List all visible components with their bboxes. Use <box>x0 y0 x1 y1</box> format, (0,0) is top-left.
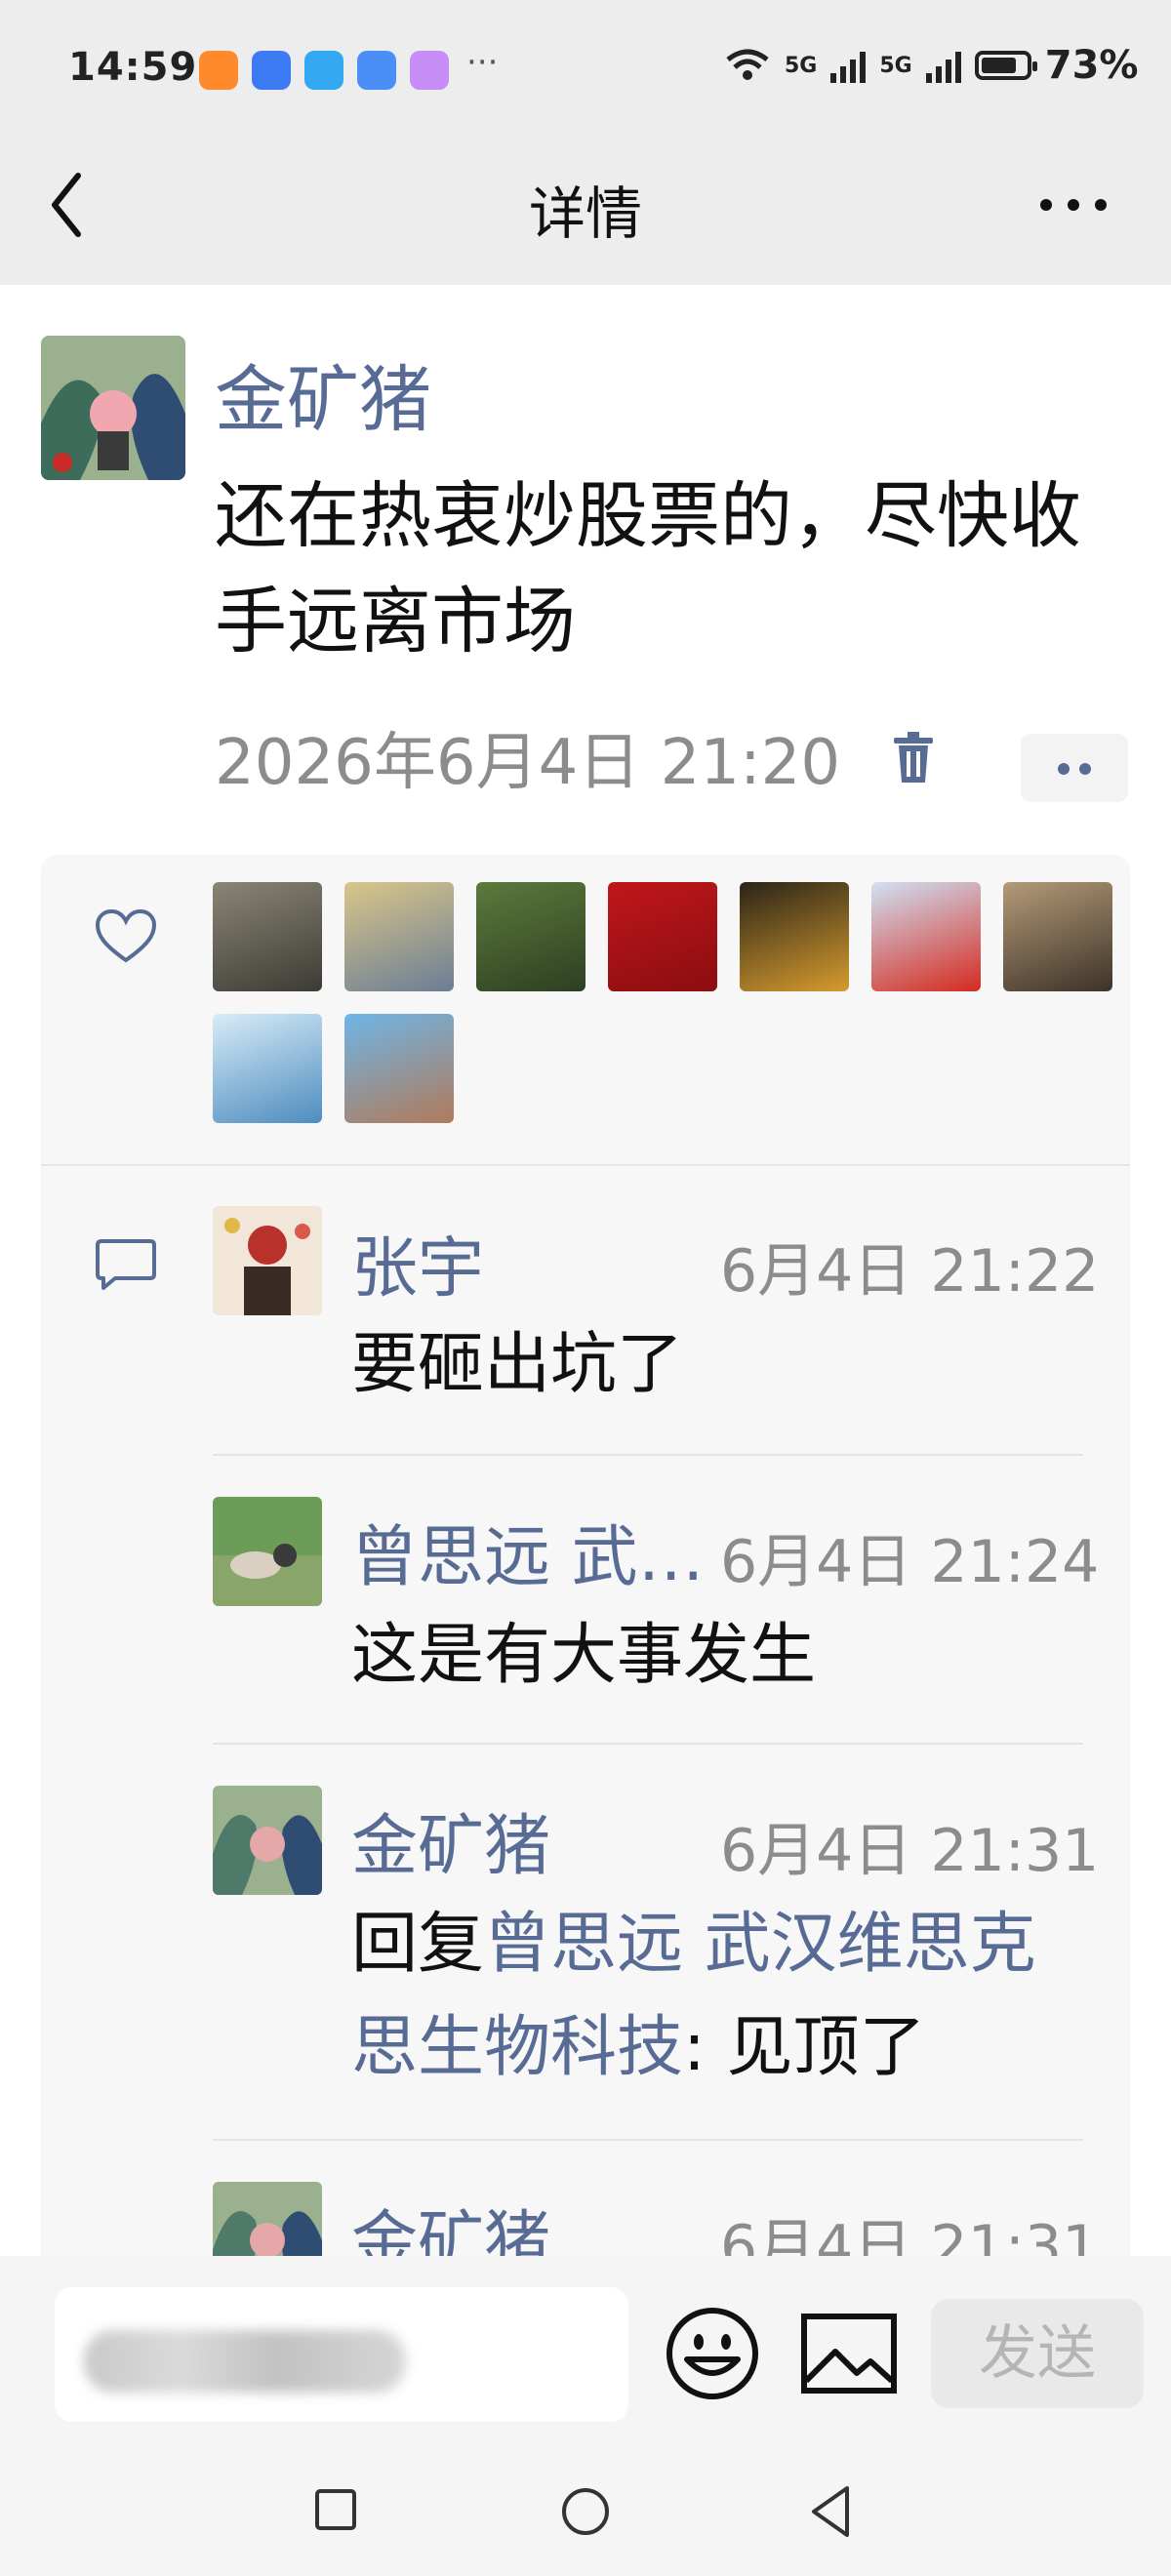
divider <box>213 1743 1083 1745</box>
reply-text: : 见顶了 <box>683 2009 926 2086</box>
comment-avatar[interactable] <box>213 1786 322 1895</box>
comment-input[interactable] <box>55 2287 628 2422</box>
system-back-button[interactable] <box>808 2484 853 2539</box>
comment-time: 6月4日 21:31 <box>720 1817 1100 1885</box>
triangle-back-icon <box>812 2486 849 2537</box>
comment-avatar[interactable] <box>213 1497 322 1606</box>
liker-avatar-5[interactable] <box>740 882 849 991</box>
comment-icon <box>96 1239 156 1290</box>
divider <box>213 2139 1083 2141</box>
liker-avatar-7[interactable] <box>1003 882 1112 991</box>
network-5g-label-2: 5G <box>879 53 912 78</box>
page-title: 详情 <box>528 181 642 247</box>
battery-percent: 73% <box>1044 43 1139 88</box>
post-action-menu-button[interactable] <box>1021 734 1128 802</box>
comment-text[interactable]: 回复曾思远 武汉维思克思生物科技: 见顶了 <box>351 1893 1093 2100</box>
comment-author[interactable]: 张宇 <box>351 1214 484 1310</box>
smiley-icon <box>666 2308 758 2399</box>
post-timestamp: 2026年6月4日 21:20 <box>215 727 841 799</box>
send-button[interactable]: 发送 <box>931 2299 1144 2408</box>
battery-icon <box>974 51 1037 80</box>
menu-dot-icon <box>1058 763 1070 775</box>
liker-avatar-3[interactable] <box>476 882 586 991</box>
circle-icon <box>562 2488 609 2535</box>
comment-avatar[interactable] <box>213 1206 322 1315</box>
liker-avatar-2[interactable] <box>344 882 454 991</box>
liker-avatar-8[interactable] <box>213 1014 322 1123</box>
status-time: 14:59 <box>68 45 198 90</box>
scooter-app-icon <box>252 51 291 90</box>
image-button[interactable] <box>800 2313 898 2395</box>
square-icon <box>315 2489 356 2530</box>
heart-icon <box>95 908 157 963</box>
comment-author[interactable]: 曾思远 武… <box>351 1503 705 1599</box>
liker-avatar-1[interactable] <box>213 882 322 991</box>
trash-icon[interactable] <box>892 730 935 785</box>
post-author-avatar[interactable] <box>41 336 185 480</box>
liker-avatar-6[interactable] <box>871 882 981 991</box>
security-app-icon <box>357 51 396 90</box>
heart-app-icon <box>199 51 238 90</box>
status-more-icon: ··· <box>466 43 499 82</box>
comment-author[interactable]: 金矿猪 <box>351 1791 550 1888</box>
divider <box>41 1164 1130 1166</box>
recent-apps-button[interactable] <box>314 2488 357 2531</box>
liker-avatar-9[interactable] <box>344 1014 454 1123</box>
blurred-placeholder <box>84 2330 406 2393</box>
signal-icon-1 <box>830 48 867 83</box>
menu-dot-icon <box>1079 763 1091 775</box>
post-author-name[interactable]: 金矿猪 <box>215 342 431 446</box>
weather-app-icon <box>304 51 343 90</box>
liker-avatar-4[interactable] <box>608 882 717 991</box>
image-icon <box>801 2314 897 2394</box>
more-icon <box>1040 199 1107 211</box>
pig-app-icon <box>410 51 449 90</box>
comment-text[interactable]: 要砸出坑了 <box>351 1313 1093 1417</box>
signal-icon-2 <box>925 48 961 83</box>
comment-time: 6月4日 21:22 <box>720 1237 1100 1306</box>
network-5g-label-1: 5G <box>785 53 818 78</box>
comment-time: 6月4日 21:24 <box>720 1528 1100 1596</box>
comment-text[interactable]: 这是有大事发生 <box>351 1604 1093 1708</box>
status-right: 5G 5G 73% <box>724 43 1139 88</box>
more-options-button[interactable] <box>1034 185 1112 224</box>
wifi-icon <box>726 49 769 80</box>
post-text: 还在热衷炒股票的，尽快收手远离市场 <box>215 474 1081 664</box>
divider <box>213 1454 1083 1456</box>
emoji-button[interactable] <box>664 2305 761 2402</box>
home-button[interactable] <box>560 2486 611 2537</box>
reply-prefix: 回复 <box>351 1906 485 1983</box>
